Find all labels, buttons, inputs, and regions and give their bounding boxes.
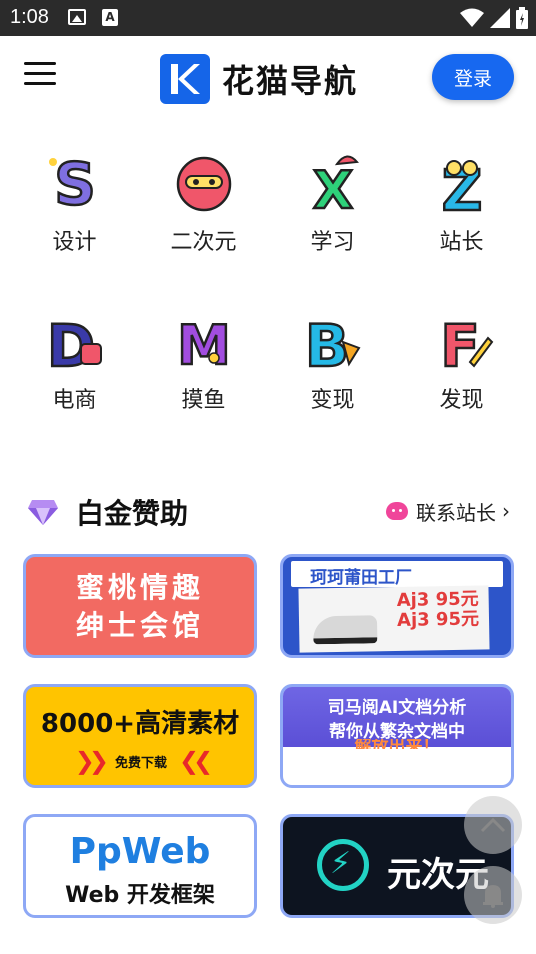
category-monetize[interactable]: B 变现	[268, 308, 397, 418]
category-label: 学习	[310, 230, 355, 255]
text-notification-icon: A	[102, 9, 118, 26]
status-icons	[460, 6, 528, 30]
letter-s-icon: S	[43, 149, 107, 219]
category-label: 二次元	[170, 230, 237, 255]
letter-f-icon: F	[430, 308, 494, 381]
blob-face-icon	[386, 502, 408, 520]
category-label: 站长	[439, 230, 484, 255]
status-time: 1:08	[10, 6, 49, 28]
ad-headline: 8000+高清素材	[40, 709, 240, 739]
category-label: 变现	[310, 388, 355, 413]
image-notification-icon	[68, 9, 86, 25]
diamond-icon	[28, 500, 58, 525]
scroll-to-top-button[interactable]	[464, 796, 522, 854]
contact-label: 联系站长	[416, 500, 496, 525]
letter-x-icon: X	[301, 150, 365, 222]
sponsor-ad-card[interactable]: 司马阅AI文档分析 帮你从繁杂文档中 解放出来！	[280, 684, 514, 788]
letter-z-icon: Z	[430, 150, 494, 226]
ad-text: 解放出来！	[354, 739, 440, 749]
svg-text:M: M	[177, 314, 231, 372]
hamburger-menu-icon[interactable]	[24, 62, 56, 90]
sponsor-ad-card[interactable]: 珂珂莆田工厂 Aj3 95元 Aj3 95元	[280, 554, 514, 658]
sponsor-ad-card[interactable]: PpWeb Web 开发框架	[23, 814, 257, 918]
app-header: 花猫导航 登录	[0, 36, 536, 120]
letter-m-icon: M	[172, 308, 236, 379]
letter-e-icon	[172, 150, 236, 214]
letter-b-icon: B	[301, 308, 365, 381]
bell-icon	[483, 885, 503, 908]
contact-webmaster-link[interactable]: 联系站长 ›	[386, 496, 510, 526]
sneaker-icon	[312, 615, 378, 645]
category-ecommerce[interactable]: D 电商	[10, 308, 139, 418]
sponsor-ad-card[interactable]: 8000+高清素材 ❯❯ 免费下载 ❮❮	[23, 684, 257, 788]
category-label: 电商	[52, 388, 97, 413]
notification-button[interactable]	[464, 866, 522, 924]
category-design[interactable]: S 设计	[10, 149, 139, 260]
sponsor-ad-card[interactable]: 蜜桃情趣 绅士会馆	[23, 554, 257, 658]
category-label: 设计	[52, 230, 97, 255]
brand[interactable]: 花猫导航	[160, 54, 358, 104]
signal-icon	[490, 8, 510, 28]
brand-name: 花猫导航	[222, 62, 359, 100]
category-webmaster[interactable]: Z 站长	[397, 150, 526, 260]
wifi-icon	[460, 8, 484, 27]
lightning-icon	[317, 839, 369, 891]
ad-price: Aj3 95元 Aj3 95元	[396, 588, 480, 631]
category-label: 发现	[439, 388, 484, 413]
svg-text:X: X	[312, 161, 352, 214]
arrow-up-icon	[480, 817, 506, 833]
category-anime[interactable]: 二次元	[139, 150, 268, 260]
ad-text: 蜜桃情趣 绅士会馆	[75, 571, 204, 642]
battery-icon	[516, 7, 528, 29]
ad-headline: PpWeb	[69, 831, 211, 872]
category-slacking[interactable]: M 摸鱼	[139, 308, 268, 418]
section-title: 白金赞助	[76, 497, 189, 530]
category-discover[interactable]: F 发现	[397, 308, 526, 418]
ad-text: 司马阅AI文档分析	[327, 698, 467, 718]
svg-text:S: S	[54, 150, 96, 214]
chevron-right-icon: ›	[502, 499, 510, 523]
sponsor-section-header: 白金赞助 联系站长 ›	[0, 486, 536, 536]
double-chevron-right-icon: ❯❯	[74, 747, 109, 775]
login-button[interactable]: 登录	[432, 54, 514, 100]
category-study[interactable]: X 学习	[268, 150, 397, 260]
double-chevron-left-icon: ❮❮	[179, 747, 213, 775]
letter-d-icon: D	[43, 308, 107, 381]
status-bar: 1:08 A	[0, 0, 536, 36]
ad-image: Aj3 95元 Aj3 95元	[298, 585, 490, 653]
ad-text: Web 开发框架	[65, 883, 215, 908]
category-label: 摸鱼	[181, 388, 226, 413]
k-logo-icon	[160, 54, 210, 104]
ad-banner: 珂珂莆田工厂	[291, 561, 503, 588]
ad-cta: ❯❯ 免费下载 ❮❮	[74, 747, 214, 775]
